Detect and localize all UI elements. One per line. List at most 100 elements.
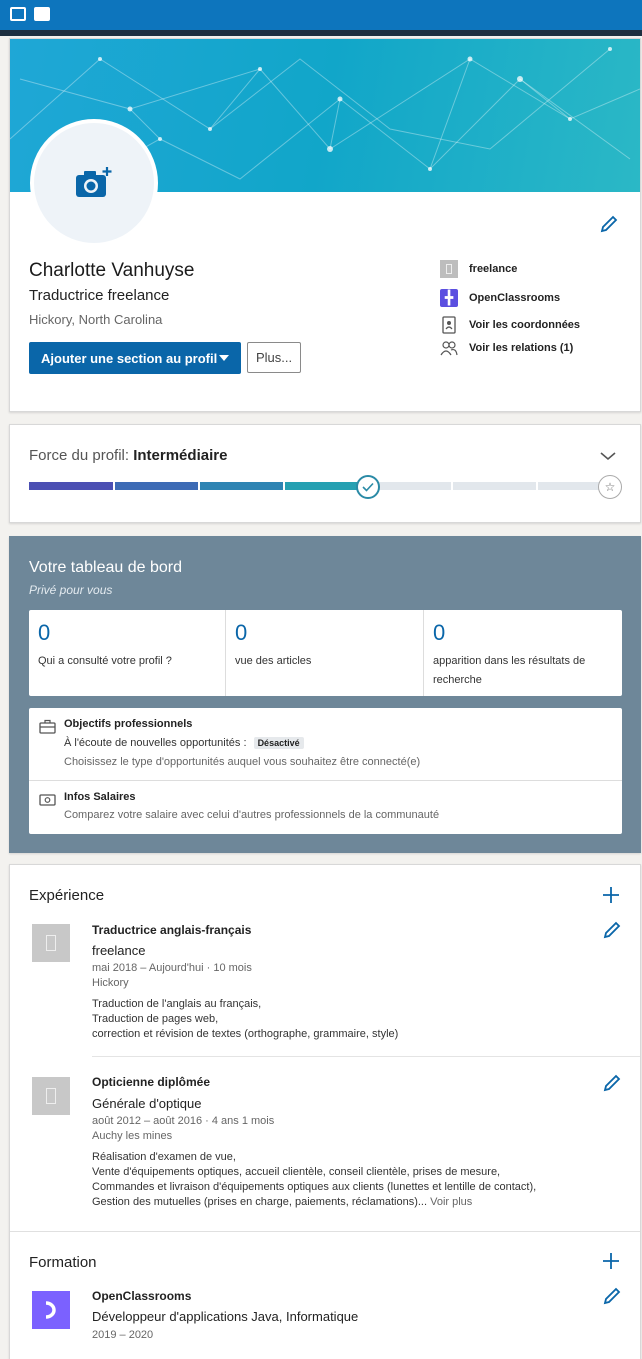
description-line: Traduction de pages web, <box>92 1013 219 1025</box>
company-name: freelance <box>92 943 146 958</box>
description-line: Gestion des mutuelles (prises en charge,… <box>92 1195 536 1210</box>
company-name: Générale d'optique <box>92 1096 202 1111</box>
profile-card: Charlotte Vanhuyse Traductrice freelance… <box>9 38 641 412</box>
description-line: Réalisation d'examen de vue, <box>92 1151 236 1163</box>
career-goals-subtext: Choisissez le type d'opportunités auquel… <box>64 756 421 768</box>
add-profile-section-button[interactable]: Ajouter une section au profil <box>29 342 241 374</box>
dashboard-stats: 0 Qui a consulté votre profil ? 0 vue de… <box>29 610 622 696</box>
side-current-company[interactable]: freelance <box>440 260 517 278</box>
contact-card-icon <box>440 316 458 334</box>
stat-value: 0 <box>38 620 51 645</box>
checkmark-icon <box>356 475 380 499</box>
openclassrooms-logo <box>32 1291 70 1329</box>
strength-segment-empty <box>369 482 451 490</box>
see-more-link[interactable]: Voir plus <box>430 1196 472 1208</box>
connections-label: Voir les relations (1) <box>469 342 574 354</box>
star-icon: ☆ <box>598 475 622 499</box>
side-company-label: freelance <box>469 263 518 275</box>
profile-strength-title: Force du profil: Intermédiaire <box>29 447 227 464</box>
divider <box>92 1056 640 1057</box>
section-divider <box>10 1231 640 1232</box>
add-formation-plus-icon[interactable] <box>601 1251 621 1271</box>
job-description: Traduction de l'anglais au français, Tra… <box>92 997 398 1042</box>
stat-value: 0 <box>235 620 248 645</box>
side-school-label: OpenClassrooms <box>469 292 561 304</box>
strength-segment <box>115 482 198 490</box>
add-profile-section-label: Ajouter une section au profil <box>41 350 218 366</box>
career-goals-item[interactable]: Objectifs professionnels À l'écoute de n… <box>29 708 622 780</box>
job-location: Auchy les mines <box>92 1130 173 1142</box>
add-experience-plus-icon[interactable] <box>601 885 621 905</box>
gallery-icon <box>34 7 50 21</box>
stat-search-appearances[interactable]: 0 apparition dans les résultats de reche… <box>424 610 622 696</box>
dashboard-subtitle: Privé pour vous <box>29 583 113 597</box>
career-goals-status: À l'écoute de nouvelles opportunités : D… <box>64 737 304 749</box>
job-dates: août 2012 – août 2016 · 4 ans 1 mois <box>92 1115 275 1127</box>
career-goals-title: Objectifs professionnels <box>64 718 193 730</box>
dashboard-goals-panel: Objectifs professionnels À l'écoute de n… <box>29 708 622 834</box>
stat-value: 0 <box>433 620 446 645</box>
description-line: Commandes et livraison d'équipements opt… <box>92 1181 537 1193</box>
contact-info-label: Voir les coordonnées <box>469 319 581 331</box>
degree-name: Développeur d'applications Java, Informa… <box>92 1309 359 1324</box>
strength-segment-empty <box>538 482 599 490</box>
edit-pencil-icon[interactable] <box>602 1073 622 1093</box>
edit-pencil-icon[interactable] <box>602 1286 622 1306</box>
side-connections[interactable]: Voir les relations (1) <box>440 339 573 357</box>
job-title[interactable]: Opticienne diplômée <box>92 1075 210 1089</box>
description-text: Gestion des mutuelles (prises en charge,… <box>92 1196 428 1208</box>
description-line: Traduction de l'anglais au français, <box>92 998 262 1010</box>
strength-segment-empty <box>453 482 536 490</box>
description-line: Vente d'équipements optiques, accueil cl… <box>92 1166 501 1178</box>
camera-plus-icon <box>76 167 112 197</box>
strength-level: Intermédiaire <box>133 447 228 464</box>
strength-segment <box>200 482 283 490</box>
profile-headline: Traductrice freelance <box>29 287 170 304</box>
building-icon <box>440 260 458 278</box>
people-icon <box>440 339 458 357</box>
stat-label: apparition dans les résultats de recherc… <box>433 655 586 686</box>
side-school[interactable]: ╋ OpenClassrooms <box>440 289 560 307</box>
stat-label: Qui a consulté votre profil ? <box>38 655 172 667</box>
money-icon <box>39 794 56 806</box>
school-name[interactable]: OpenClassrooms <box>92 1289 191 1303</box>
strength-meter <box>29 482 599 490</box>
job-description: Réalisation d'examen de vue, Vente d'équ… <box>92 1150 536 1210</box>
salary-insights-item[interactable]: Infos Salaires Comparez votre salaire av… <box>29 781 622 834</box>
more-button[interactable]: Plus... <box>247 342 301 373</box>
edit-pencil-icon[interactable] <box>602 920 622 940</box>
chevron-down-icon[interactable] <box>599 451 617 461</box>
experience-card: Expérience Traductrice anglais-français … <box>9 864 641 1359</box>
job-location: Hickory <box>92 977 129 989</box>
company-logo-placeholder <box>32 1077 70 1115</box>
salary-subtext: Comparez votre salaire avec celui d'autr… <box>64 809 440 821</box>
openclassrooms-logo: ╋ <box>440 289 458 307</box>
strength-label: Force du profil: <box>29 447 130 464</box>
side-contact-info[interactable]: Voir les coordonnées <box>440 316 580 334</box>
system-status-bar <box>0 0 642 36</box>
profile-name: Charlotte Vanhuyse <box>29 260 195 281</box>
status-badge: Désactivé <box>253 737 304 749</box>
dashboard-title: Votre tableau de bord <box>29 559 183 576</box>
stat-profile-views[interactable]: 0 Qui a consulté votre profil ? <box>29 610 226 696</box>
dashboard-card: Votre tableau de bord Privé pour vous 0 … <box>9 536 641 853</box>
job-dates: mai 2018 – Aujourd'hui · 10 mois <box>92 962 252 974</box>
profile-strength-card: Force du profil: Intermédiaire ☆ <box>9 424 641 523</box>
formation-title: Formation <box>29 1254 97 1271</box>
company-logo-placeholder <box>32 924 70 962</box>
salary-title: Infos Salaires <box>64 791 136 803</box>
experience-title: Expérience <box>29 887 105 904</box>
caret-down-icon <box>219 355 229 361</box>
stat-article-views[interactable]: 0 vue des articles <box>226 610 424 696</box>
avatar-upload[interactable] <box>30 119 158 247</box>
study-dates: 2019 – 2020 <box>92 1329 154 1341</box>
career-goals-text: À l'écoute de nouvelles opportunités : <box>64 737 247 749</box>
profile-location: Hickory, North Carolina <box>29 312 163 327</box>
strength-segment <box>29 482 113 490</box>
edit-intro-pencil-icon[interactable] <box>599 214 619 234</box>
description-line: correction et révision de textes (orthog… <box>92 1028 399 1040</box>
job-title[interactable]: Traductrice anglais-français <box>92 923 251 937</box>
briefcase-icon <box>39 719 56 734</box>
stat-label: vue des articles <box>235 655 312 667</box>
image-icon <box>10 7 26 21</box>
